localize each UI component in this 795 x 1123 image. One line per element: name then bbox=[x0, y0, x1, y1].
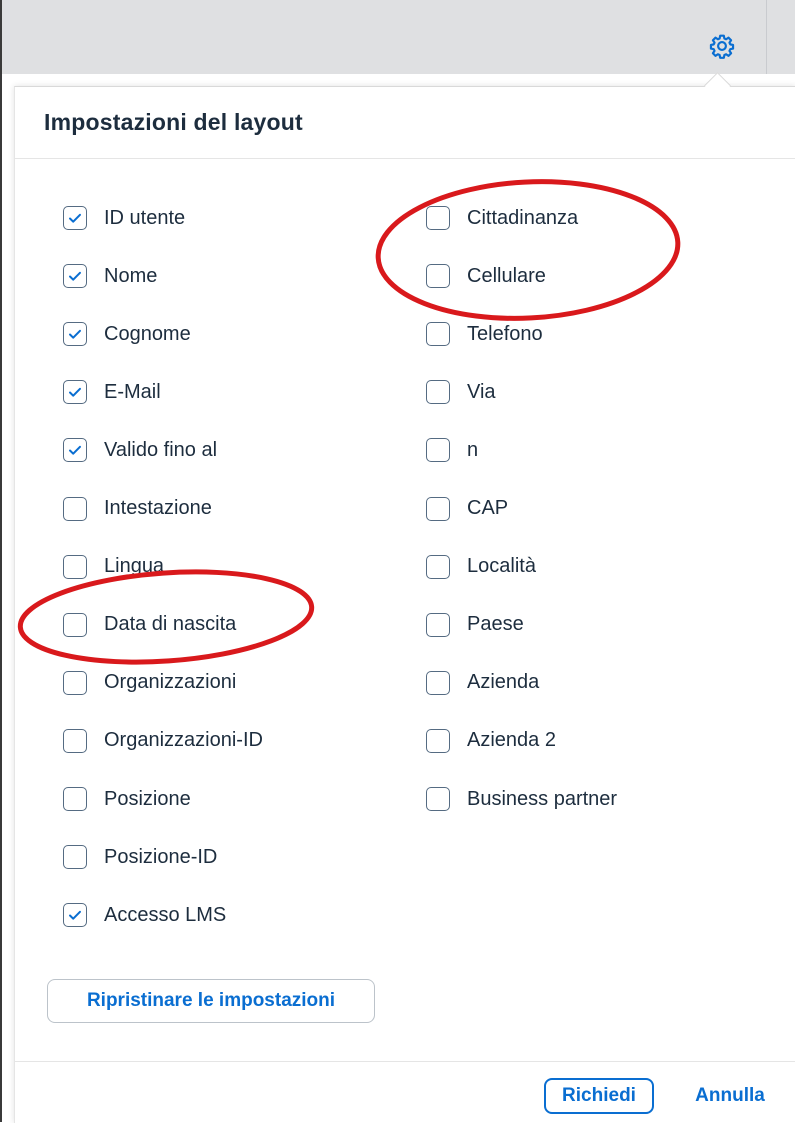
checkbox-label: Posizione-ID bbox=[104, 845, 218, 868]
settings-button[interactable] bbox=[704, 28, 740, 64]
checkbox-n[interactable]: n bbox=[426, 435, 478, 465]
checkbox-unchecked-icon[interactable] bbox=[426, 496, 450, 521]
checkbox-intestazione[interactable]: Intestazione bbox=[63, 494, 212, 524]
checkbox-business-partner[interactable]: Business partner bbox=[426, 784, 617, 814]
checkbox-cellulare[interactable]: Cellulare bbox=[426, 261, 546, 291]
checkbox-label: n bbox=[467, 438, 479, 461]
footer-divider bbox=[15, 1061, 795, 1062]
checkbox-cittadinanza[interactable]: Cittadinanza bbox=[426, 203, 578, 233]
checkbox-unchecked-icon[interactable] bbox=[426, 612, 450, 637]
top-toolbar bbox=[0, 0, 795, 74]
checkbox-unchecked-icon[interactable] bbox=[426, 670, 450, 695]
checkbox-label: Azienda 2 bbox=[467, 729, 556, 752]
checkbox-unchecked-icon[interactable] bbox=[426, 554, 450, 579]
checkbox-unchecked-icon[interactable] bbox=[426, 787, 450, 811]
checkbox-checked-icon[interactable] bbox=[63, 206, 87, 230]
checkbox-e-mail[interactable]: E-Mail bbox=[63, 377, 161, 407]
checkbox-label: Azienda bbox=[467, 671, 540, 694]
checkbox-unchecked-icon[interactable] bbox=[63, 496, 87, 521]
gear-icon bbox=[709, 34, 735, 59]
checkbox-via[interactable]: Via bbox=[426, 377, 496, 407]
checkbox-telefono[interactable]: Telefono bbox=[426, 319, 543, 349]
checkbox-unchecked-icon[interactable] bbox=[63, 787, 87, 811]
cancel-button[interactable]: Annulla bbox=[676, 1078, 784, 1114]
checkbox-cap[interactable]: CAP bbox=[426, 494, 508, 524]
checkbox-azienda[interactable]: Azienda bbox=[426, 668, 539, 698]
apply-button[interactable]: Richiedi bbox=[544, 1078, 654, 1114]
checkbox-label: Telefono bbox=[467, 322, 543, 345]
checkbox-cognome[interactable]: Cognome bbox=[63, 319, 191, 349]
checkbox-organizzazioni[interactable]: Organizzazioni bbox=[63, 668, 236, 698]
checkbox-unchecked-icon[interactable] bbox=[426, 322, 450, 347]
checkbox-checked-icon[interactable] bbox=[63, 322, 87, 347]
checkbox-posizione-id[interactable]: Posizione-ID bbox=[63, 842, 217, 872]
window-edge bbox=[0, 0, 2, 1122]
checkbox-label: Cittadinanza bbox=[467, 206, 579, 229]
checkbox-organizzazioni-id[interactable]: Organizzazioni-ID bbox=[63, 726, 263, 756]
checkbox-lingua[interactable]: Lingua bbox=[63, 552, 164, 582]
checkbox-posizione[interactable]: Posizione bbox=[63, 784, 191, 814]
checkbox-label: ID utente bbox=[104, 206, 186, 229]
checkbox-unchecked-icon[interactable] bbox=[426, 380, 450, 405]
checkbox-label: E-Mail bbox=[104, 380, 161, 403]
checkbox-label: Posizione bbox=[104, 787, 191, 810]
checkbox-unchecked-icon[interactable] bbox=[63, 612, 87, 637]
checkbox-unchecked-icon[interactable] bbox=[426, 264, 450, 289]
toolbar-divider bbox=[766, 0, 767, 74]
header-divider bbox=[15, 158, 795, 159]
checkbox-unchecked-icon[interactable] bbox=[63, 845, 87, 870]
dialog-title: Impostazioni del layout bbox=[44, 109, 303, 135]
checkbox-label: Organizzazioni-ID bbox=[104, 729, 263, 752]
checkbox-unchecked-icon[interactable] bbox=[426, 728, 450, 753]
checkbox-label: Data di nascita bbox=[104, 613, 237, 636]
checkbox-unchecked-icon[interactable] bbox=[63, 670, 87, 695]
checkbox-nome[interactable]: Nome bbox=[63, 261, 157, 291]
checkbox-unchecked-icon[interactable] bbox=[63, 554, 87, 579]
checkbox-accesso-lms[interactable]: Accesso LMS bbox=[63, 900, 226, 930]
checkbox-id-utente[interactable]: ID utente bbox=[63, 203, 185, 233]
checkbox-label: Organizzazioni bbox=[104, 671, 237, 694]
checkbox-checked-icon[interactable] bbox=[63, 380, 87, 405]
checkbox-localita[interactable]: Località bbox=[426, 552, 536, 582]
checkbox-label: Località bbox=[467, 555, 536, 578]
checkbox-label: Lingua bbox=[104, 555, 165, 578]
checkbox-checked-icon[interactable] bbox=[63, 264, 87, 289]
checkbox-label: Nome bbox=[104, 264, 158, 287]
checkbox-label: Via bbox=[467, 380, 496, 403]
checkbox-label: Cognome bbox=[104, 322, 191, 345]
checkbox-label: Business partner bbox=[467, 787, 618, 810]
checkbox-label: Cellulare bbox=[467, 264, 546, 287]
checkbox-valido-fino-al[interactable]: Valido fino al bbox=[63, 435, 217, 465]
checkbox-label: CAP bbox=[467, 497, 509, 519]
checkbox-checked-icon[interactable] bbox=[63, 903, 87, 928]
checkbox-paese[interactable]: Paese bbox=[426, 610, 524, 640]
reset-settings-button[interactable]: Ripristinare le impostazioni bbox=[47, 979, 375, 1023]
checkbox-label: Valido fino al bbox=[104, 438, 218, 461]
checkbox-label: Intestazione bbox=[104, 497, 212, 519]
checkbox-checked-icon[interactable] bbox=[63, 438, 87, 463]
checkbox-data-di-nascita[interactable]: Data di nascita bbox=[63, 610, 236, 640]
checkbox-label: Accesso LMS bbox=[104, 903, 227, 926]
checkbox-unchecked-icon[interactable] bbox=[426, 438, 450, 463]
checkbox-unchecked-icon[interactable] bbox=[426, 206, 450, 230]
layout-settings-popover bbox=[14, 86, 795, 1123]
checkbox-unchecked-icon[interactable] bbox=[63, 728, 87, 753]
checkbox-azienda-2[interactable]: Azienda 2 bbox=[426, 726, 556, 756]
checkbox-label: Paese bbox=[467, 613, 524, 636]
